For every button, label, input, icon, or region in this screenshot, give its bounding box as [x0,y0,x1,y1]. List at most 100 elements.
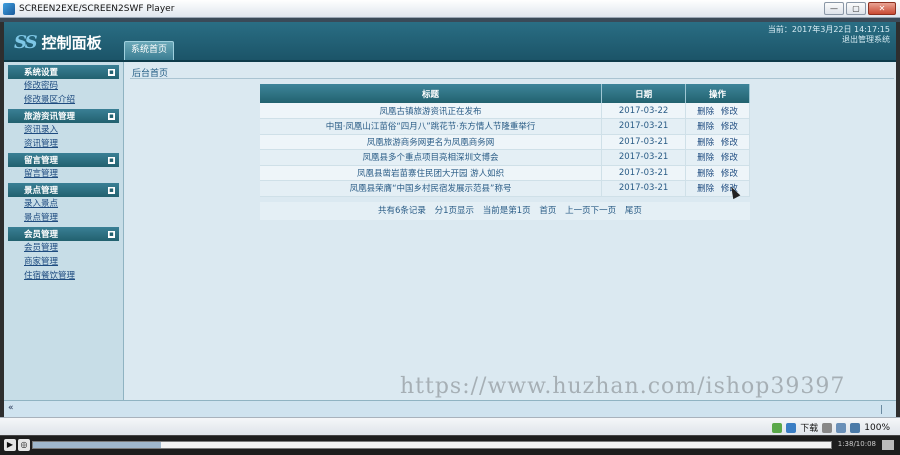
edit-link[interactable]: 修改 [721,107,738,117]
collapse-toggle-icon[interactable]: ▪ [108,112,115,120]
sidebar-item[interactable]: 修改密码 [8,79,119,93]
collapse-toggle-icon[interactable]: ▪ [108,156,115,164]
edit-link[interactable]: 修改 [721,169,738,179]
sidebar-item[interactable]: 住宿餐饮管理 [8,269,119,283]
delete-link[interactable]: 删除 [697,184,714,194]
row-title[interactable]: 中国·凤凰山江苗俗“四月八”跳花节·东方情人节隆重举行 [260,118,603,135]
player-window: SCREEN2EXE/SCREEN2SWF Player — ▢ ✕ SS 控制… [0,0,900,455]
zoom-icon[interactable] [850,422,861,433]
sidebar-item[interactable]: 录入景点 [8,197,119,211]
row-date: 2017-03-21 [601,118,687,135]
row-date: 2017-03-22 [601,103,687,119]
pager-current: 当前是第1页 [482,206,531,216]
pager-first-link[interactable]: 首页 [539,206,556,216]
download-label[interactable]: 下载 [800,421,818,434]
pager-prev-next-link[interactable]: 上一页下一页 [565,206,616,216]
player-title-bar: SCREEN2EXE/SCREEN2SWF Player — ▢ ✕ [0,0,900,18]
table-row: 中国·凤凰山江苗俗“四月八”跳花节·东方情人节隆重举行 2017-03-21 删… [260,118,750,135]
sidebar-group-messages: 留言管理 ▪ 留言管理 [8,153,119,181]
row-title[interactable]: 凤凰县凿岩苗寨住民团大开园 游人如织 [260,165,603,181]
collapse-toggle-icon[interactable]: ▪ [108,68,115,76]
sidebar-item[interactable]: 会员管理 [8,241,119,255]
column-header-ops: 操作 [685,84,750,103]
sidebar-group-title: 系统设置 [24,68,59,78]
table-header-row: 标题 日期 操作 [260,84,750,103]
sidebar-group-header[interactable]: 旅游资讯管理 ▪ [8,109,119,123]
player-app-icon [3,2,15,15]
sidebar-group-header[interactable]: 系统设置 ▪ [8,65,119,79]
pagination: 共有6条记录 分1页显示 当前是第1页 首页 上一页下一页 尾页 [260,202,750,220]
sidebar-group-header[interactable]: 留言管理 ▪ [8,153,119,167]
collapse-sidebar-icon[interactable]: « [8,403,14,413]
row-title[interactable]: 凤凰县荣膺“中国乡村民宿发展示范县”称号 [260,180,603,197]
sidebar-group-header[interactable]: 会员管理 ▪ [8,227,119,241]
maximize-button[interactable]: ▢ [846,2,866,15]
sidebar-item[interactable]: 景点管理 [8,211,119,225]
edit-link[interactable]: 修改 [721,122,738,132]
collapse-toggle-icon[interactable]: ▪ [108,230,115,238]
status-tools: 下载 100% [772,421,890,434]
row-actions: 删除 修改 [685,103,750,119]
zoom-level[interactable]: 100% [864,423,890,433]
playback-time: 1:38/10:08 [837,440,876,448]
sidebar-item[interactable]: 资讯管理 [8,137,119,151]
rewind-icon[interactable]: ◎ [18,439,30,451]
edit-link[interactable]: 修改 [721,138,738,148]
security-icon[interactable] [772,422,783,433]
logo: SS 控制面板 [14,32,102,53]
sidebar-item[interactable]: 资讯录入 [8,123,119,137]
sidebar-group-scenic: 景点管理 ▪ 录入景点 景点管理 [8,183,119,225]
row-title[interactable]: 凤凰县多个重点项目亮相深圳文博会 [260,149,603,166]
download-icon[interactable] [786,422,797,433]
table-row: 凤凰古镇旅游资讯正在发布 2017-03-22 删除 修改 [260,103,750,119]
sidebar-group-title: 留言管理 [24,156,59,166]
delete-link[interactable]: 删除 [697,138,714,148]
sidebar-group-header[interactable]: 景点管理 ▪ [8,183,119,197]
browser-status-bar: 下载 100% [0,417,900,435]
sidebar-group-news: 旅游资讯管理 ▪ 资讯录入 资讯管理 [8,109,119,151]
header-info: 当前：2017年3月22日 14:17:15 退出管理系统 [768,25,890,45]
window-controls: — ▢ ✕ [824,2,896,15]
pager-total: 共有6条记录 [378,206,426,216]
sidebar-group-title: 会员管理 [24,230,59,240]
sound-icon[interactable] [836,422,847,433]
row-date: 2017-03-21 [601,180,687,197]
sidebar-item[interactable]: 留言管理 [8,167,119,181]
delete-link[interactable]: 删除 [697,122,714,132]
sidebar-group-members: 会员管理 ▪ 会员管理 商家管理 住宿餐饮管理 [8,227,119,283]
column-header-date: 日期 [601,84,687,103]
footer-bar: « [4,400,896,417]
delete-link[interactable]: 删除 [697,153,714,163]
delete-link[interactable]: 删除 [697,169,714,179]
edit-link[interactable]: 修改 [721,153,738,163]
play-icon[interactable]: ▶ [4,439,16,451]
close-button[interactable]: ✕ [868,2,896,15]
playback-progress[interactable] [32,441,832,449]
news-table: 标题 日期 操作 凤凰古镇旅游资讯正在发布 2017-03-22 删除 修改 中… [260,84,750,197]
tab-system-home[interactable]: 系统首页 [124,41,175,60]
delete-link[interactable]: 删除 [697,107,714,117]
logout-link[interactable]: 退出管理系统 [768,35,890,45]
table-row: 凤凰县荣膺“中国乡村民宿发展示范县”称号 2017-03-21 删除 修改 [260,180,750,197]
table-row: 凤凰旅游商务网更名为凤凰商务网 2017-03-21 删除 修改 [260,134,750,150]
collapse-toggle-icon[interactable]: ▪ [108,186,115,194]
tools-icon[interactable] [822,422,833,433]
row-title[interactable]: 凤凰古镇旅游资讯正在发布 [260,103,603,119]
pager-last-link[interactable]: 尾页 [625,206,642,216]
row-title[interactable]: 凤凰旅游商务网更名为凤凰商务网 [260,134,603,150]
current-datetime: 当前：2017年3月22日 14:17:15 [767,25,890,34]
volume-icon[interactable] [882,440,894,450]
row-actions: 删除 修改 [685,134,750,150]
sidebar-item[interactable]: 修改景区介绍 [8,93,119,107]
sidebar-group-title: 景点管理 [24,186,59,196]
logo-mark-icon: SS [14,32,38,53]
row-actions: 删除 修改 [685,165,750,181]
sidebar-group-system: 系统设置 ▪ 修改密码 修改景区介绍 [8,65,119,107]
column-header-title: 标题 [260,84,603,103]
watermark: https://www.huzhan.com/ishop39397 [400,374,846,399]
table-row: 凤凰县多个重点项目亮相深圳文博会 2017-03-21 删除 修改 [260,149,750,166]
app-header: SS 控制面板 系统首页 当前：2017年3月22日 14:17:15 退出管理… [4,22,896,62]
sidebar-item[interactable]: 商家管理 [8,255,119,269]
player-title: SCREEN2EXE/SCREEN2SWF Player [19,3,175,14]
minimize-button[interactable]: — [824,2,844,15]
